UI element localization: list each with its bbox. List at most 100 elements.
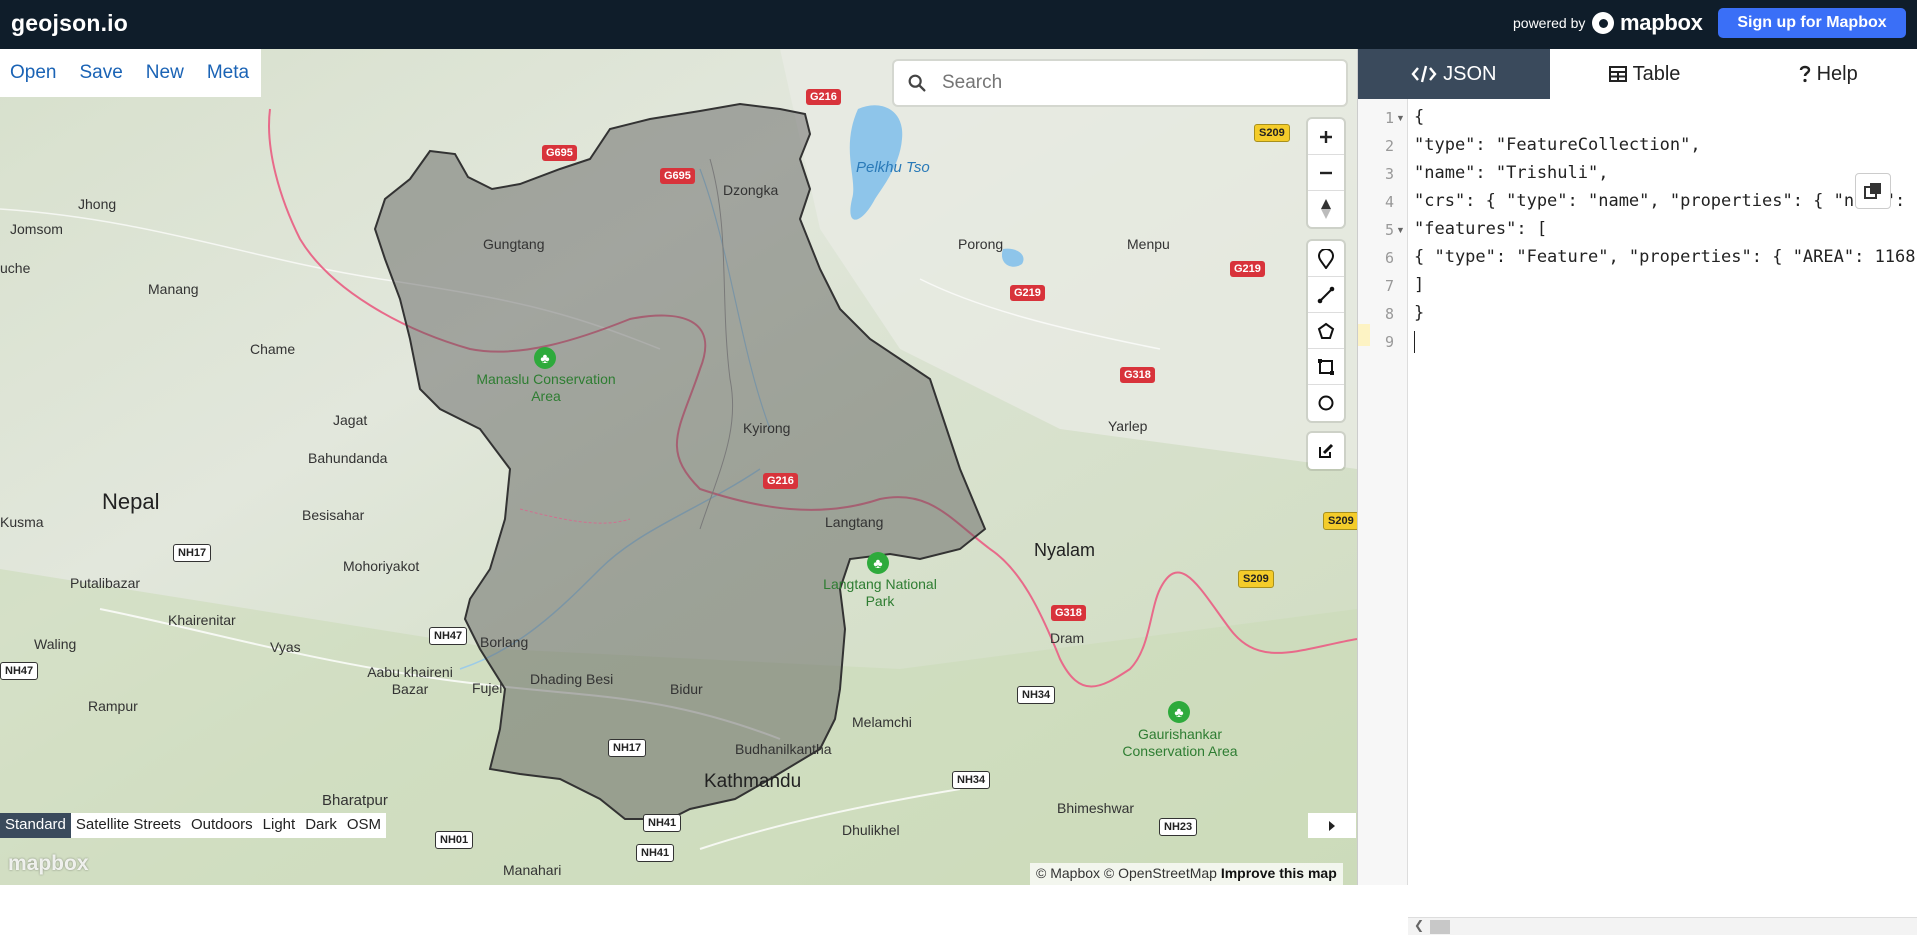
line-number: 5 [1384,221,1394,239]
powered-by-label: powered by [1513,15,1586,31]
scroll-left-icon[interactable]: ❮ [1414,918,1424,932]
edit-icon [1319,443,1334,458]
code-line: "crs": { "type": "name", "properties": {… [1414,191,1916,211]
improve-map-link[interactable]: Improve this map [1221,865,1337,881]
place-label: Bharatpur [322,792,388,809]
search-icon [908,74,926,92]
place-label: Rampur [88,698,138,714]
code-area[interactable]: { "type": "FeatureCollection", "name": "… [1414,99,1917,859]
collapse-panel-button[interactable] [1308,813,1356,838]
tab-table[interactable]: Table [1549,49,1740,99]
map-view[interactable]: Jhong Jomsom uche Manang Chame Jagat Bah… [0,49,1357,885]
code-line: "features": [ [1414,219,1548,239]
tab-help[interactable]: Help [1739,49,1917,99]
country-label: Nepal [102,489,160,514]
file-menu: Open Save New Meta [0,49,262,97]
place-label: Yarlep [1108,418,1148,434]
copy-button[interactable] [1855,173,1891,209]
tab-json[interactable]: JSON [1358,49,1550,99]
draw-line-button[interactable] [1308,277,1344,313]
horizontal-scrollbar[interactable]: ❮ [1408,917,1917,935]
attribution-osm-link[interactable]: © OpenStreetMap [1104,865,1217,881]
draw-polygon-button[interactable] [1308,313,1344,349]
draw-rectangle-button[interactable] [1308,349,1344,385]
road-shield: S209 [1323,512,1357,530]
place-label: Manang [148,281,199,297]
park-tree-icon: ♣ [1168,701,1190,723]
draw-circle-button[interactable] [1308,385,1344,421]
edit-button[interactable] [1308,433,1344,469]
search-input[interactable] [942,72,1332,94]
map-style-switcher: Standard Satellite Streets Outdoors Ligh… [0,813,387,838]
place-label: Dhading Besi [530,671,614,687]
line-number: 1 [1384,109,1394,127]
place-label: Waling [34,636,77,652]
meta-button[interactable]: Meta [207,62,249,84]
place-label: Bahundanda [308,450,388,466]
park-tree-icon: ♣ [534,347,556,369]
zoom-in-button[interactable] [1308,119,1344,155]
attribution-mapbox-link[interactable]: © Mapbox [1036,865,1100,881]
zoom-controls [1308,119,1344,227]
line-icon [1317,286,1335,303]
place-label: Gungtang [483,236,545,252]
city-label: Nyalam [1034,540,1096,560]
signup-button[interactable]: Sign up for Mapbox [1718,8,1906,38]
app-logo[interactable]: geojson.io [11,10,128,37]
style-osm[interactable]: OSM [342,813,386,838]
style-outdoors[interactable]: Outdoors [186,813,258,838]
fold-arrow-icon[interactable]: ▼ [1396,113,1405,123]
place-label: Porong [958,236,1004,252]
place-label: Fujel [472,680,503,696]
tab-label: JSON [1443,62,1497,85]
style-standard[interactable]: Standard [0,813,71,838]
marker-icon [1317,248,1335,269]
edit-controls [1308,433,1344,469]
place-label: Vyas [270,639,301,655]
plus-icon [1320,130,1332,143]
place-label: Mohoriyakot [343,558,420,574]
place-label: Bidur [670,681,703,697]
right-panel: JSON Table Help 1 2 3 4 5 6 7 8 9 ▼ ▼ { … [1357,49,1917,935]
code-line: "type": "FeatureCollection", [1414,135,1701,155]
line-number: 9 [1384,333,1394,351]
rectangle-icon [1318,358,1334,375]
road-shield: NH01 [435,831,474,849]
road-shield: G219 [1010,285,1045,301]
new-button[interactable]: New [146,62,184,84]
scrollbar-thumb[interactable] [1430,920,1450,934]
road-shield: NH23 [1159,818,1198,836]
road-shield: NH41 [636,844,675,862]
mapbox-logo[interactable]: mapbox [1592,10,1703,36]
line-number: 4 [1384,193,1394,211]
place-label: Dram [1050,630,1085,646]
panel-tabs: JSON Table Help [1358,49,1917,99]
style-satellite-streets[interactable]: Satellite Streets [71,813,186,838]
json-editor[interactable]: 1 2 3 4 5 6 7 8 9 ▼ ▼ { "type": "Feature… [1358,99,1917,935]
compass-button[interactable] [1308,191,1344,227]
road-shield: G318 [1051,605,1086,621]
lake-label: Pelkhu Tso [856,159,930,176]
draw-point-button[interactable] [1308,241,1344,277]
mapbox-watermark: mapbox [8,852,89,875]
road-shield: NH47 [429,627,468,645]
text-cursor [1414,331,1415,353]
place-label: Jagat [333,412,368,428]
road-shield: S209 [1238,570,1274,588]
polygon-icon [1317,322,1335,339]
zoom-out-button[interactable] [1308,155,1344,191]
line-number: 8 [1384,305,1394,323]
place-label: Dhulikhel [842,822,900,838]
style-dark[interactable]: Dark [300,813,342,838]
table-icon [1608,66,1627,82]
open-button[interactable]: Open [10,62,56,84]
road-shield: NH17 [173,544,212,562]
line-number: 6 [1384,249,1394,267]
style-light[interactable]: Light [258,813,301,838]
road-shield: S209 [1254,124,1290,142]
fold-arrow-icon[interactable]: ▼ [1396,225,1405,235]
code-line: ] [1414,275,1425,295]
top-bar: geojson.io powered by mapbox Sign up for… [0,0,1917,49]
compass-icon [1321,199,1331,219]
save-button[interactable]: Save [79,62,122,84]
